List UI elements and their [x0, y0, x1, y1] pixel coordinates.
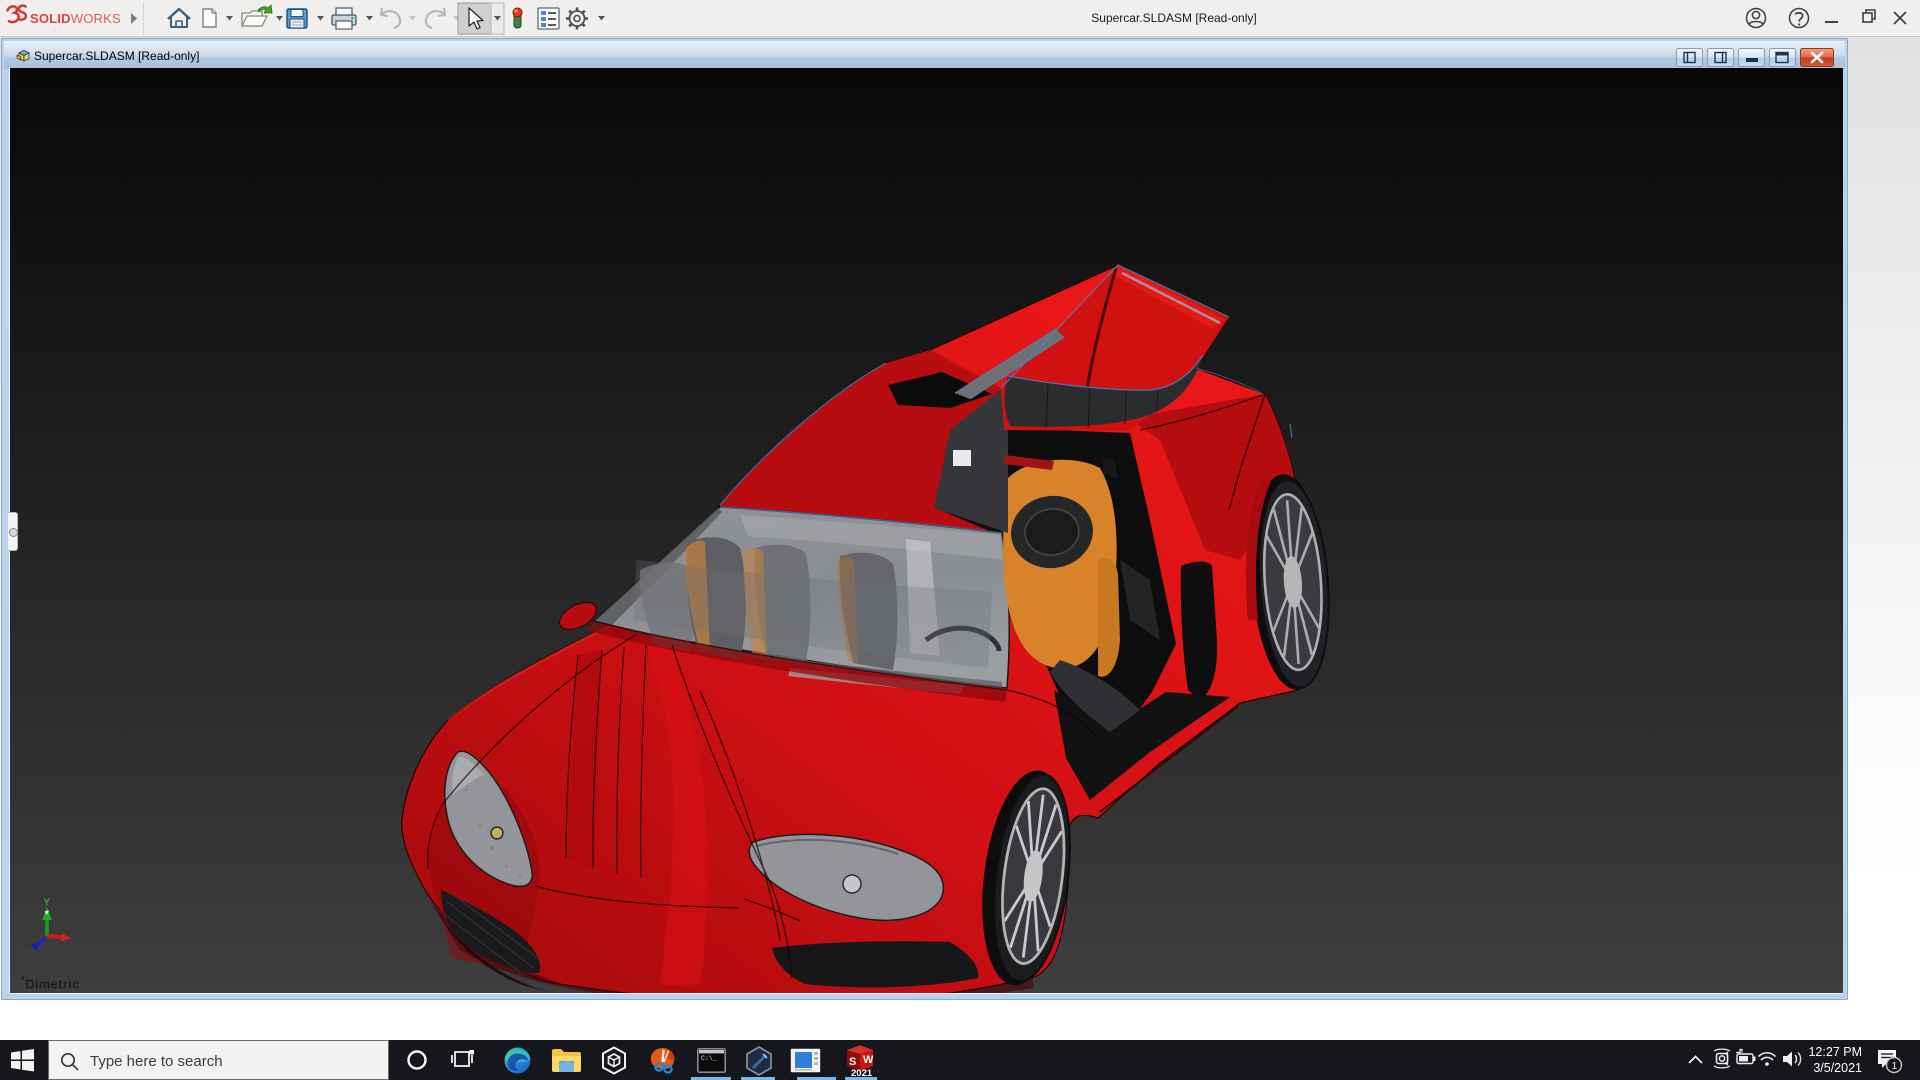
svg-text:Y: Y: [44, 897, 51, 908]
svg-text:1: 1: [1892, 1060, 1898, 1072]
svg-text:W: W: [863, 1054, 874, 1066]
svg-text:C:\_: C:\_: [701, 1055, 717, 1062]
svg-text:S: S: [849, 1056, 856, 1068]
svg-text:SOLIDWORKS: SOLIDWORKS: [30, 11, 121, 26]
